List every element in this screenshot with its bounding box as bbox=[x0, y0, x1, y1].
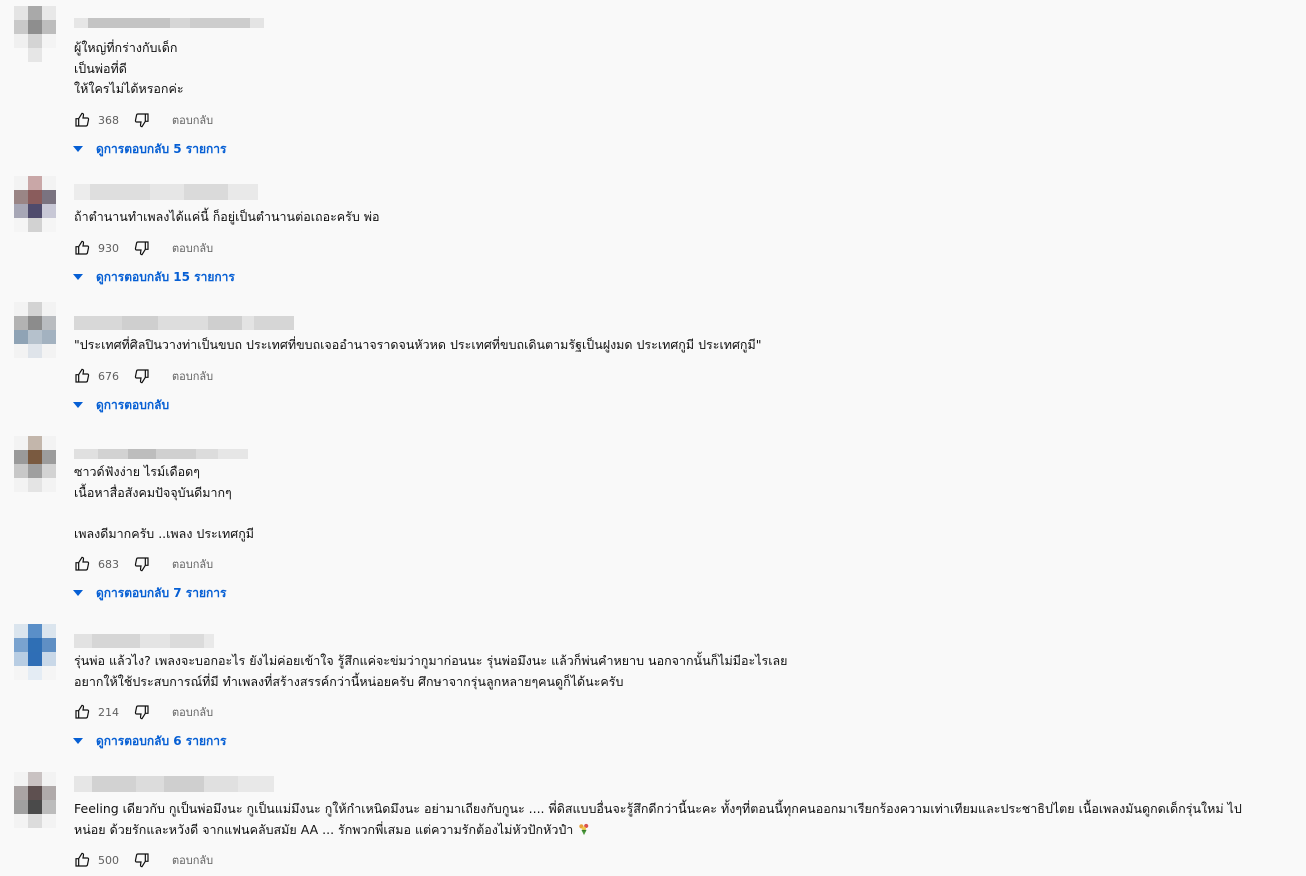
caret-down-icon bbox=[73, 738, 83, 744]
view-replies-button[interactable]: ดูการตอบกลับ 15 รายการ bbox=[72, 267, 235, 287]
caret-down-icon bbox=[73, 146, 83, 152]
thumbs-up-icon[interactable] bbox=[74, 704, 90, 720]
comment-text: ถ้าตำนานทำเพลงได้แค่นี้ ก็อยู่เป็นตำนานต… bbox=[74, 207, 1299, 228]
comment-line: หน่อย ด้วยรักและหวังดี จากแฟนคลับสมัย AA… bbox=[74, 821, 574, 837]
caret-down-icon bbox=[73, 590, 83, 596]
avatar[interactable] bbox=[14, 176, 56, 232]
comment-line: เป็นพ่อที่ดี bbox=[74, 60, 127, 76]
comment-text: ซาวด์ฟังง่าย ไรม์เดือดๆเนื้อหาสื่อสังคมป… bbox=[74, 462, 1299, 544]
author-name-redacted[interactable] bbox=[74, 184, 258, 200]
view-replies-label: ดูการตอบกลับ 15 รายการ bbox=[96, 269, 235, 284]
comment-actions: 214 ตอบกลับ bbox=[74, 702, 213, 722]
comment-line: ผู้ใหญ่ที่กร่างกับเด็ก bbox=[74, 40, 178, 55]
comment-actions: 368 ตอบกลับ bbox=[74, 110, 213, 130]
reply-button[interactable]: ตอบกลับ bbox=[172, 367, 213, 385]
author-name-redacted[interactable] bbox=[74, 18, 264, 28]
thumbs-down-icon[interactable] bbox=[134, 368, 150, 384]
like-count: 676 bbox=[98, 369, 119, 383]
comment-text: Feeling เดียวกับ กูเป็นพ่อมึงนะ กูเป็นแม… bbox=[74, 799, 1299, 840]
like-count: 500 bbox=[98, 853, 119, 867]
like-count: 214 bbox=[98, 705, 119, 719]
avatar[interactable] bbox=[14, 436, 56, 492]
thumbs-up-icon[interactable] bbox=[74, 556, 90, 572]
reply-button[interactable]: ตอบกลับ bbox=[172, 851, 213, 869]
comment-text: "ประเทศที่ศิลปินวางท่าเป็นขบถ ประเทศที่ข… bbox=[74, 335, 1299, 356]
author-name-redacted[interactable] bbox=[74, 634, 214, 648]
like-count: 683 bbox=[98, 557, 119, 571]
view-replies-label: ดูการตอบกลับ 5 รายการ bbox=[96, 141, 227, 156]
thumbs-up-icon[interactable] bbox=[74, 852, 90, 868]
thumbs-up-icon[interactable] bbox=[74, 368, 90, 384]
comment-line: Feeling เดียวกับ กูเป็นพ่อมึงนะ กูเป็นแม… bbox=[74, 801, 1242, 816]
reply-button[interactable]: ตอบกลับ bbox=[172, 703, 213, 721]
comment-line: ซาวด์ฟังง่าย ไรม์เดือดๆ bbox=[74, 464, 200, 479]
view-replies-button[interactable]: ดูการตอบกลับ bbox=[72, 395, 169, 415]
comment-text: รุ่นพ่อ แล้วไง? เพลงจะบอกอะไร ยังไม่ค่อย… bbox=[74, 651, 1299, 692]
comment-actions: 500 ตอบกลับ bbox=[74, 850, 213, 870]
comment-line: เนื้อหาสื่อสังคมปัจจุบันดีมากๆ bbox=[74, 484, 232, 500]
author-name-redacted[interactable] bbox=[74, 316, 294, 330]
comment-line: ถ้าตำนานทำเพลงได้แค่นี้ ก็อยู่เป็นตำนานต… bbox=[74, 209, 380, 224]
like-count: 368 bbox=[98, 113, 119, 127]
comment-line: อยากให้ใช้ประสบการณ์ที่มี ทำเพลงที่สร้าง… bbox=[74, 673, 624, 689]
view-replies-label: ดูการตอบกลับ bbox=[96, 397, 170, 412]
comment-line: รุ่นพ่อ แล้วไง? เพลงจะบอกอะไร ยังไม่ค่อย… bbox=[74, 653, 788, 668]
caret-down-icon bbox=[73, 402, 83, 408]
bouquet-icon bbox=[579, 823, 589, 835]
avatar[interactable] bbox=[14, 624, 56, 680]
thumbs-down-icon[interactable] bbox=[134, 704, 150, 720]
reply-button[interactable]: ตอบกลับ bbox=[172, 111, 213, 129]
comment-line: "ประเทศที่ศิลปินวางท่าเป็นขบถ ประเทศที่ข… bbox=[74, 337, 762, 352]
view-replies-label: ดูการตอบกลับ 6 รายการ bbox=[96, 733, 227, 748]
avatar[interactable] bbox=[14, 302, 56, 358]
comment-line: ให้ใครไม่ได้หรอกค่ะ bbox=[74, 81, 184, 96]
author-name-redacted[interactable] bbox=[74, 449, 248, 459]
view-replies-button[interactable]: ดูการตอบกลับ 6 รายการ bbox=[72, 731, 226, 751]
avatar[interactable] bbox=[14, 772, 56, 828]
reply-button[interactable]: ตอบกลับ bbox=[172, 555, 213, 573]
comment-actions: 683 ตอบกลับ bbox=[74, 554, 213, 574]
thumbs-down-icon[interactable] bbox=[134, 240, 150, 256]
comment-line: เพลงดีมากครับ ..เพลง ประเทศกูมี bbox=[74, 525, 255, 541]
comment-line bbox=[74, 503, 1299, 524]
comment-text: ผู้ใหญ่ที่กร่างกับเด็กเป็นพ่อที่ดีให้ใคร… bbox=[74, 38, 1299, 100]
thumbs-up-icon[interactable] bbox=[74, 112, 90, 128]
view-replies-label: ดูการตอบกลับ 7 รายการ bbox=[96, 585, 227, 600]
thumbs-down-icon[interactable] bbox=[134, 852, 150, 868]
comment-actions: 676 ตอบกลับ bbox=[74, 366, 213, 386]
author-name-redacted[interactable] bbox=[74, 776, 274, 792]
thumbs-down-icon[interactable] bbox=[134, 112, 150, 128]
view-replies-button[interactable]: ดูการตอบกลับ 7 รายการ bbox=[72, 583, 226, 603]
comment-line-with-emoji: หน่อย ด้วยรักและหวังดี จากแฟนคลับสมัย AA… bbox=[74, 820, 1299, 841]
thumbs-up-icon[interactable] bbox=[74, 240, 90, 256]
caret-down-icon bbox=[73, 274, 83, 280]
reply-button[interactable]: ตอบกลับ bbox=[172, 239, 213, 257]
like-count: 930 bbox=[98, 241, 119, 255]
avatar[interactable] bbox=[14, 6, 56, 62]
view-replies-button[interactable]: ดูการตอบกลับ 5 รายการ bbox=[72, 139, 226, 159]
thumbs-down-icon[interactable] bbox=[134, 556, 150, 572]
comment-actions: 930 ตอบกลับ bbox=[74, 238, 213, 258]
